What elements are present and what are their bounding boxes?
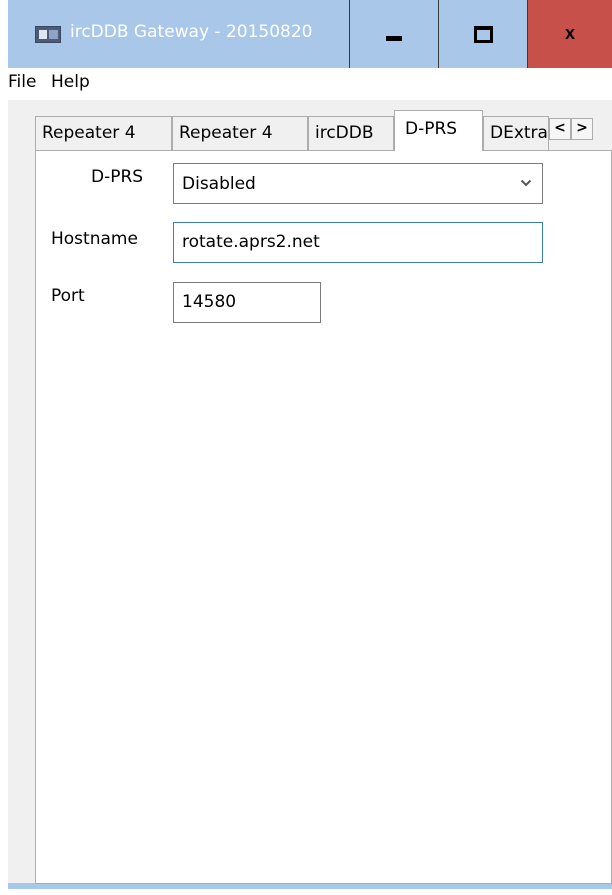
- minimize-button[interactable]: [349, 0, 438, 68]
- client-area: File Help Repeater 4 Repeater 4 ircDDB D…: [8, 68, 612, 884]
- tab-dextra[interactable]: DExtra: [483, 116, 549, 150]
- title-bar[interactable]: ircDDB Gateway - 20150820 x: [8, 0, 612, 68]
- hostname-label: Hostname: [51, 229, 138, 249]
- hostname-field[interactable]: rotate.aprs2.net: [173, 222, 543, 263]
- maximize-icon: [473, 25, 493, 43]
- d-prs-panel: D-PRS Disabled Hostname rotate.aprs2.net…: [35, 150, 612, 884]
- tab-strip: Repeater 4 Repeater 4 ircDDB D-PRS DExtr…: [8, 110, 612, 151]
- tab-scroll-left-button[interactable]: <: [549, 118, 571, 140]
- minimize-icon: [386, 36, 402, 41]
- app-window: ircDDB Gateway - 20150820 x File Help Re…: [8, 0, 612, 889]
- tab-repeater-4-a[interactable]: Repeater 4: [35, 116, 172, 150]
- menu-help[interactable]: Help: [51, 72, 90, 92]
- tab-repeater-4-b[interactable]: Repeater 4: [172, 116, 308, 150]
- port-field[interactable]: 14580: [173, 282, 321, 323]
- app-icon[interactable]: [35, 26, 61, 43]
- window-title: ircDDB Gateway - 20150820: [70, 22, 313, 42]
- chevron-down-icon: [520, 179, 532, 187]
- menu-file[interactable]: File: [8, 72, 36, 92]
- close-button[interactable]: x: [527, 0, 612, 68]
- menu-bar: File Help: [8, 68, 612, 100]
- tab-d-prs[interactable]: D-PRS: [394, 110, 483, 151]
- close-icon: x: [564, 22, 575, 43]
- maximize-button[interactable]: [438, 0, 527, 68]
- tab-ircddb[interactable]: ircDDB: [308, 116, 394, 150]
- tab-scroll-right-button[interactable]: >: [571, 118, 593, 140]
- port-label: Port: [51, 286, 85, 306]
- d-prs-select[interactable]: Disabled: [173, 163, 543, 204]
- d-prs-label: D-PRS: [91, 167, 144, 187]
- d-prs-select-value: Disabled: [182, 174, 256, 194]
